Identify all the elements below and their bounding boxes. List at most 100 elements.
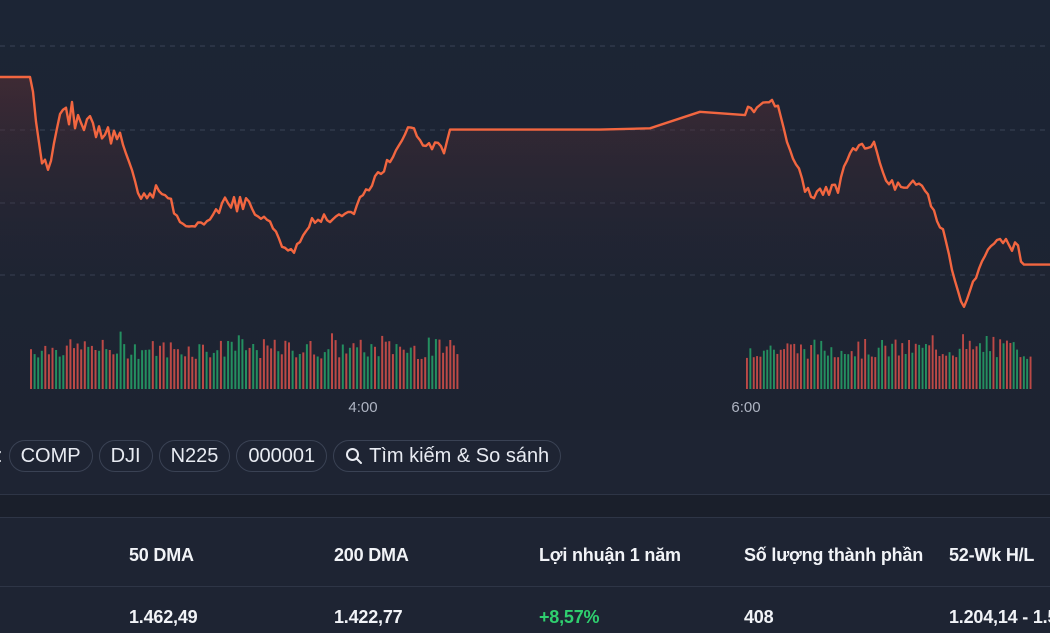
volume-bar — [399, 346, 402, 389]
chip-label: DJI — [110, 444, 141, 467]
volume-bar — [938, 356, 941, 389]
volume-bar — [985, 336, 988, 389]
volume-bar — [73, 348, 75, 389]
volume-bar — [857, 341, 860, 389]
search-compare-label: Tìm kiếm & So sánh — [369, 444, 550, 467]
volume-bar — [456, 354, 459, 389]
volume-bar — [796, 353, 799, 389]
volume-bar — [277, 351, 280, 389]
volume-bar — [130, 354, 133, 389]
search-compare-button[interactable]: Tìm kiếm & So sánh — [333, 440, 562, 472]
volume-bar — [449, 340, 452, 389]
volume-bar — [800, 344, 802, 389]
compare-chip-n225[interactable]: N225 — [158, 440, 231, 472]
volume-bar — [948, 352, 951, 389]
volume-bar — [827, 355, 829, 389]
volume-bar — [894, 339, 897, 389]
volume-bar — [452, 345, 455, 389]
volume-bar — [302, 352, 305, 389]
volume-bar — [216, 350, 219, 389]
volume-bar — [58, 356, 61, 389]
volume-bar — [968, 340, 971, 389]
volume-bar — [918, 344, 921, 389]
volume-bar — [55, 350, 58, 389]
volume-bar — [833, 357, 836, 389]
volume-bar — [921, 347, 924, 389]
header-50-dma: 50 DMA — [129, 545, 194, 565]
volume-bar — [144, 349, 147, 389]
volume-bar — [881, 340, 883, 389]
volume-bar — [958, 348, 961, 389]
stats-header-row: 50 DMA 200 DMA Lợi nhuận 1 năm Số lượng … — [0, 545, 1050, 571]
volume-bar — [327, 349, 330, 389]
volume-bar — [1006, 340, 1008, 389]
volume-bar — [884, 345, 887, 389]
volume-bar — [51, 347, 54, 389]
row-divider — [0, 586, 1050, 587]
volume-bar — [395, 344, 398, 389]
volume-bar — [288, 342, 290, 389]
volume-bar — [434, 339, 437, 389]
x-tick-label: 6:00 — [731, 399, 760, 416]
section-band — [0, 495, 1050, 517]
volume-bar — [945, 355, 948, 389]
volume-bar — [955, 357, 958, 389]
volume-bar — [1026, 358, 1029, 389]
volume-bar — [773, 349, 775, 389]
volume-bar — [995, 357, 998, 389]
volume-bar — [928, 345, 931, 389]
volume-bar — [935, 349, 937, 389]
volume-bar — [363, 352, 366, 389]
volume-bar — [119, 331, 122, 389]
compare-chip-dji[interactable]: DJI — [98, 440, 153, 472]
volume-bar — [374, 346, 376, 389]
volume-bar — [284, 340, 287, 389]
volume-bar — [1016, 349, 1018, 389]
volume-bar — [162, 342, 165, 389]
volume-bar — [776, 353, 779, 389]
volume-bar — [108, 350, 111, 389]
volume-bar — [202, 344, 204, 389]
volume-bar — [1022, 356, 1025, 389]
volume-bar — [789, 344, 792, 389]
volume-bar — [291, 350, 294, 389]
volume-bar — [769, 345, 772, 389]
volume-bar — [166, 357, 169, 389]
chart-canvas[interactable]: 4:00 6:00 — [0, 0, 1050, 430]
compare-bar: : COMP DJI N225 000001 Tìm kiếm & So sán… — [0, 436, 1050, 476]
compare-chip-comp[interactable]: COMP — [8, 440, 93, 472]
volume-bar — [877, 347, 880, 389]
volume-bar — [352, 343, 355, 389]
price-chart[interactable]: 4:00 6:00 — [0, 0, 1050, 430]
chip-label: N225 — [170, 444, 219, 467]
volume-bar — [370, 344, 373, 389]
volume-bar — [184, 356, 187, 389]
volume-bar — [159, 345, 161, 389]
volume-bar — [409, 347, 412, 389]
header-components: Số lượng thành phần — [744, 545, 924, 565]
volume-bar — [309, 341, 312, 389]
volume-bar — [270, 348, 273, 389]
volume-bar — [914, 343, 917, 389]
volume-bar — [33, 354, 36, 389]
volume-bar — [116, 353, 118, 389]
volume-bar — [1029, 356, 1032, 389]
volume-bar — [65, 345, 68, 389]
volume-bar — [847, 354, 850, 389]
volume-bar — [756, 356, 758, 389]
volume-bar — [911, 352, 914, 389]
volume-bar — [830, 347, 833, 389]
volume-bar — [803, 349, 806, 389]
volume-bar — [133, 344, 136, 389]
volume-bar — [47, 354, 50, 389]
volume-bar — [198, 344, 201, 389]
volume-bar — [151, 341, 154, 389]
volume-bar — [982, 351, 985, 389]
volume-bar — [823, 350, 826, 389]
volume-bar — [191, 356, 194, 389]
volume-bar — [69, 339, 72, 389]
compare-chip-000001[interactable]: 000001 — [236, 440, 328, 472]
volume-bar — [843, 354, 846, 389]
volume-bar — [381, 335, 384, 389]
volume-bar — [749, 348, 752, 389]
